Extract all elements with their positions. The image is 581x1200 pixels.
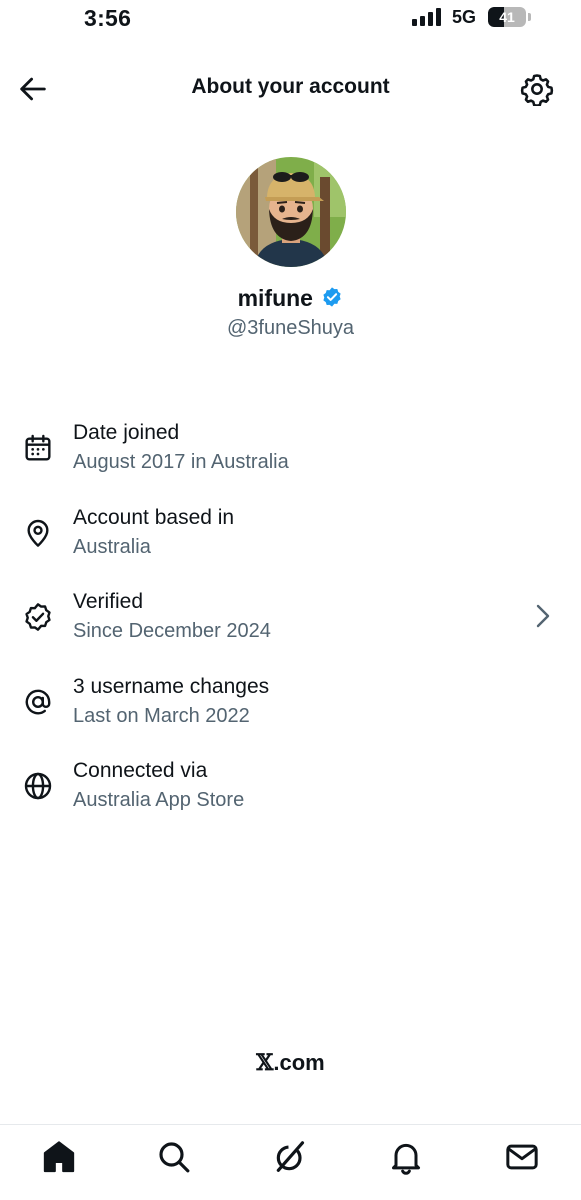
info-subtitle: Australia (73, 536, 151, 558)
location-pin-icon (22, 517, 54, 549)
info-title: Date joined (73, 421, 180, 444)
settings-button[interactable] (520, 72, 554, 106)
xcom-link[interactable]: 𝕏.com (0, 1050, 581, 1076)
globe-icon (22, 770, 54, 802)
bottom-tab-bar (0, 1124, 581, 1200)
tab-messages[interactable] (502, 1137, 542, 1177)
header: About your account (0, 60, 581, 116)
home-icon (43, 1141, 75, 1173)
info-title: Verified (73, 590, 144, 613)
tab-home[interactable] (39, 1137, 79, 1177)
info-title: Connected via (73, 759, 208, 782)
battery-icon: 41 (488, 7, 532, 27)
info-subtitle: Last on March 2022 (73, 705, 250, 727)
info-title: 3 username changes (73, 675, 270, 698)
verified-check-icon (22, 601, 54, 633)
xcom-suffix: .com (273, 1050, 325, 1075)
messages-envelope-icon (506, 1144, 538, 1170)
info-item-connected-via: Connected via Australia App Store (0, 756, 581, 826)
signal-icon (412, 8, 442, 26)
info-subtitle: August 2017 in Australia (73, 451, 289, 473)
avatar[interactable] (236, 157, 346, 267)
info-title: Account based in (73, 506, 235, 529)
page-title: About your account (191, 75, 390, 98)
user-handle: @3funeShuya (226, 317, 355, 339)
info-item-date-joined: Date joined August 2017 in Australia (0, 418, 581, 488)
battery-level: 41 (499, 9, 515, 25)
at-sign-icon (22, 686, 54, 718)
info-subtitle: Since December 2024 (73, 620, 271, 642)
status-time: 3:56 (84, 5, 132, 31)
tab-notifications[interactable] (386, 1137, 426, 1177)
search-icon (159, 1142, 190, 1173)
tab-grok[interactable] (270, 1137, 310, 1177)
gear-icon (520, 74, 554, 106)
status-bar: 3:56 5G 41 (0, 0, 581, 40)
about-account-screen: 3:56 5G 41 About your account mifune @3f… (0, 0, 581, 1200)
verified-badge-icon (321, 286, 343, 308)
display-name-row: mifune (0, 285, 581, 312)
chevron-right-icon (532, 601, 554, 631)
notifications-bell-icon (392, 1143, 420, 1175)
info-subtitle: Australia App Store (73, 789, 245, 811)
tab-search[interactable] (154, 1137, 194, 1177)
x-logo: 𝕏 (256, 1050, 274, 1076)
info-item-username-changes: 3 username changes Last on March 2022 (0, 672, 581, 742)
display-name: mifune (237, 285, 313, 311)
info-item-verified[interactable]: Verified Since December 2024 (0, 587, 581, 657)
network-type: 5G (452, 7, 477, 27)
grok-icon (276, 1141, 305, 1172)
info-item-account-based-in: Account based in Australia (0, 503, 581, 573)
calendar-icon (22, 432, 54, 464)
